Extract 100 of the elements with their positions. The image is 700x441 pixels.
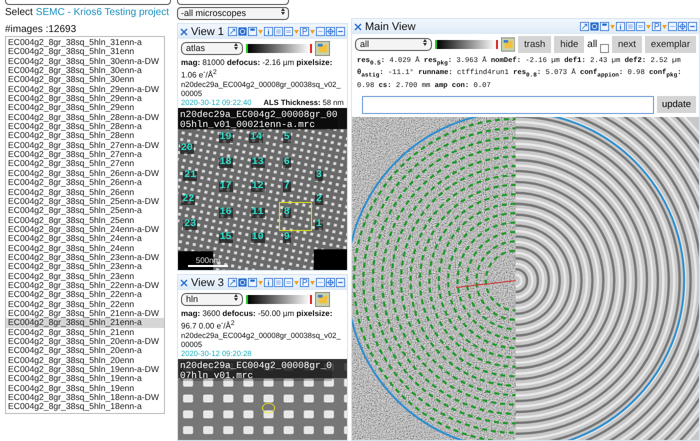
image-list-item[interactable]: EC004g2_8gr_38sq_5hln_23enn-a	[6, 262, 164, 272]
image-list-item[interactable]: EC004g2_8gr_38sq_5hln_31enn-a	[6, 38, 164, 48]
target-marker[interactable]: 6	[282, 158, 291, 168]
target-marker[interactable]: 20	[180, 144, 194, 154]
image-list-item[interactable]: EC004g2_8gr_38sq_5hln_30enn-a-DW	[6, 56, 164, 66]
target-marker[interactable]: 19	[218, 132, 233, 143]
close-icon[interactable]	[180, 28, 188, 36]
image-list-item[interactable]: EC004g2_8gr_38sq_5hln_19enn	[6, 384, 164, 394]
tag-icon[interactable]	[316, 278, 325, 287]
target-marker[interactable]: 10	[250, 232, 265, 243]
image-list-item[interactable]: EC004g2_8gr_38sq_5hln_24enn-a	[6, 234, 164, 244]
image-list-item[interactable]: EC004g2_8gr_38sq_5hln_19enn-a-DW	[6, 365, 164, 374]
refresh-icon[interactable]	[238, 278, 247, 287]
image-list-item[interactable]: EC004g2_8gr_38sq_5hln_25enn-a	[6, 206, 164, 216]
image-list-item[interactable]: EC004g2_8gr_38sq_5hln_27enn-a	[6, 150, 164, 160]
save-icon[interactable]	[600, 22, 609, 31]
preset-dropdown[interactable]: atlas	[181, 42, 243, 55]
info-icon[interactable]	[264, 27, 273, 36]
image-list-item[interactable]: EC004g2_8gr_38sq_5hln_21enn-a	[6, 318, 164, 328]
target-marker[interactable]: 23	[183, 220, 198, 230]
target-marker[interactable]: 14	[248, 132, 263, 143]
tag-icon[interactable]	[668, 22, 677, 31]
contrast-gradient-bar[interactable]	[246, 295, 312, 304]
image-list-item[interactable]: EC004g2_8gr_38sq_5hln_19enn-a	[6, 374, 164, 384]
save-icon[interactable]	[248, 278, 257, 287]
crosshair-icon[interactable]	[326, 278, 335, 287]
image-list-item[interactable]: EC004g2_8gr_38sq_5hln_28enn-a	[6, 122, 164, 132]
image-list-item[interactable]: EC004g2_8gr_38sq_5hln_18enn-a-DW	[6, 393, 164, 402]
image-list-item[interactable]: EC004g2_8gr_38sq_5hln_20enn-a-DW	[6, 337, 164, 346]
contrast-gradient-bar[interactable]	[246, 44, 312, 53]
image-list-item[interactable]: EC004g2_8gr_38sq_5hln_27enn-a-DW	[6, 140, 164, 150]
image-list-item[interactable]: EC004g2_8gr_38sq_5hln_23enn	[6, 272, 164, 281]
target-marker[interactable]: 12	[250, 182, 265, 192]
image-list-item[interactable]: EC004g2_8gr_38sq_5hln_28enn-a-DW	[6, 112, 164, 122]
project-link[interactable]: SEMC - Krios6 Testing project	[36, 7, 169, 18]
image-list-item[interactable]: EC004g2_8gr_38sq_5hln_30enn	[6, 75, 164, 85]
image-list-item[interactable]: EC004g2_8gr_38sq_5hln_22enn-a-DW	[6, 280, 164, 290]
image-list-item[interactable]: EC004g2_8gr_38sq_5hln_22enn-a	[6, 290, 164, 300]
image-list-item[interactable]: EC004g2_8gr_38sq_5hln_24enn-a-DW	[6, 224, 164, 234]
image-list-item[interactable]: EC004g2_8gr_38sq_5hln_30enn-a	[6, 66, 164, 76]
minimize-icon[interactable]	[336, 278, 345, 287]
microscope-dropdown[interactable]: -all microscopes	[177, 7, 289, 20]
image-list-item[interactable]: EC004g2_8gr_38sq_5hln_18enn-a	[6, 402, 164, 412]
target-marker[interactable]: 3	[314, 170, 323, 181]
image-list-item[interactable]: EC004g2_8gr_38sq_5hln_27enn	[6, 159, 164, 169]
close-icon[interactable]	[180, 278, 188, 286]
image-list-item[interactable]: EC004g2_8gr_38sq_5hln_29enn-a-DW	[6, 84, 164, 94]
image-list-item[interactable]: EC004g2_8gr_38sq_5hln_26enn-a-DW	[6, 168, 164, 178]
image-list-item[interactable]: EC004g2_8gr_38sq_5hln_25enn-a-DW	[6, 196, 164, 206]
image-list-item[interactable]: EC004g2_8gr_38sq_5hln_25enn	[6, 216, 164, 225]
image-list-item[interactable]: EC004g2_8gr_38sq_5hln_21enn-a-DW	[6, 308, 164, 318]
session-dropdown[interactable]	[177, 0, 289, 5]
image-list-item[interactable]: EC004g2_8gr_38sq_5hln_20enn-a	[6, 346, 164, 356]
image-list-item[interactable]: EC004g2_8gr_38sq_5hln_29enn-a	[6, 94, 164, 104]
update-button[interactable]: update	[656, 96, 696, 113]
minimize-icon[interactable]	[336, 27, 345, 36]
image-list-item[interactable]: EC004g2_8gr_38sq_5hln_26enn	[6, 188, 164, 197]
target-marker[interactable]: 15	[218, 232, 233, 243]
image-list-item[interactable]: EC004g2_8gr_38sq_5hln_28enn	[6, 131, 164, 141]
refresh-icon[interactable]	[238, 27, 247, 36]
info-icon[interactable]	[264, 278, 273, 287]
target-marker[interactable]: 21	[183, 170, 198, 181]
tag-icon[interactable]	[316, 27, 325, 36]
preset-dropdown[interactable]: all	[355, 38, 432, 51]
target-marker[interactable]: 5	[282, 132, 291, 143]
expand-icon[interactable]	[228, 27, 237, 36]
save-icon[interactable]	[248, 27, 257, 36]
target-marker[interactable]: 11	[250, 208, 265, 218]
expand-icon[interactable]	[228, 278, 237, 287]
contrast-gradient-bar[interactable]	[434, 40, 498, 49]
action-button[interactable]: trash	[518, 36, 552, 53]
image-list-item[interactable]: EC004g2_8gr_38sq_5hln_23enn-a-DW	[6, 252, 164, 262]
target-marker[interactable]: 8	[282, 208, 291, 218]
palette-icon[interactable]	[315, 41, 330, 56]
image-list-item[interactable]: EC004g2_8gr_38sq_5hln_24enn	[6, 244, 164, 253]
target-marker[interactable]: 16	[218, 208, 233, 218]
target-marker[interactable]: 1	[314, 220, 323, 230]
image-list-item[interactable]: EC004g2_8gr_38sq_5hln_29enn	[6, 103, 164, 113]
preset-dropdown[interactable]: hln	[181, 293, 243, 306]
image-list-item[interactable]: EC004g2_8gr_38sq_5hln_21enn	[6, 328, 164, 337]
refresh-icon[interactable]	[590, 22, 599, 31]
comment-field[interactable]	[362, 96, 654, 114]
nav-button[interactable]: exemplar	[644, 36, 696, 53]
expand-icon[interactable]	[580, 22, 589, 31]
target-marker[interactable]: 22	[181, 194, 196, 205]
target-marker[interactable]: 13	[250, 158, 265, 168]
target-marker[interactable]: 18	[218, 158, 233, 168]
action-button[interactable]: hide	[554, 36, 584, 53]
image-list-item[interactable]: EC004g2_8gr_38sq_5hln_31enn	[6, 47, 164, 57]
target-marker[interactable]: 17	[218, 182, 233, 192]
palette-icon[interactable]	[315, 292, 330, 307]
crosshair-icon[interactable]	[678, 22, 687, 31]
image-list-item[interactable]: EC004g2_8gr_38sq_5hln_26enn-a	[6, 178, 164, 188]
image-list-item[interactable]: EC004g2_8gr_38sq_5hln_22enn	[6, 300, 164, 309]
info-icon[interactable]	[616, 22, 625, 31]
minimize-icon[interactable]	[688, 22, 697, 31]
nav-button[interactable]: next	[612, 36, 642, 53]
target-marker[interactable]: 2	[314, 194, 323, 205]
crosshair-icon[interactable]	[326, 27, 335, 36]
close-icon[interactable]	[354, 22, 362, 30]
